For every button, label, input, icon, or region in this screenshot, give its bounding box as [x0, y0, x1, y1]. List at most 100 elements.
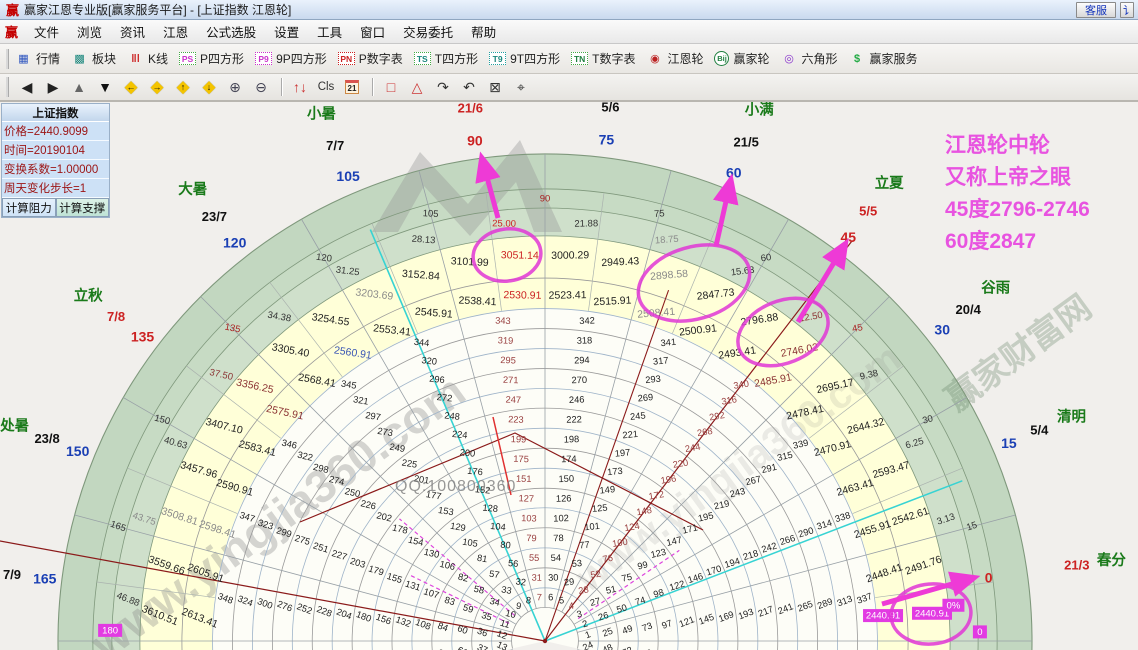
menu-2[interactable]: 资讯	[111, 20, 154, 43]
tool-step-right-button[interactable]: ◆→	[145, 76, 169, 98]
wheel-label: 198	[564, 434, 580, 445]
outer-degree-label: 150	[66, 443, 90, 459]
wheel-label: 342	[579, 315, 595, 326]
tool-rotate-up-icon[interactable]: ▲	[67, 76, 91, 98]
tool-cls-button[interactable]: Cls	[314, 76, 338, 98]
date-label: 5/5	[859, 204, 877, 219]
tool-page-left-icon[interactable]: ◀	[15, 76, 39, 98]
degree-ring-value: 75	[654, 208, 665, 220]
outer-degree-label: 105	[336, 168, 360, 184]
tool-step-down-button[interactable]: ◆↓	[197, 76, 221, 98]
tool-updown-marks-icon[interactable]: ↑↓	[288, 76, 312, 98]
tool-center-tool-icon[interactable]: ⌖	[509, 76, 533, 98]
menu-6[interactable]: 工具	[308, 20, 351, 43]
date-label: 5/4	[1030, 423, 1049, 438]
wheel-label: 77	[579, 540, 590, 551]
winner-wheel-label: 赢家轮	[733, 50, 769, 67]
wheel-label: 272	[436, 392, 452, 403]
wheel-label: 319	[498, 335, 514, 346]
tool-page-right-icon[interactable]: ▶	[41, 76, 65, 98]
wheel-label: 28	[578, 584, 590, 596]
date-label: 21/3	[1064, 558, 1089, 573]
kline-icon: ǁǀ	[127, 51, 144, 66]
tool-maximize-icon[interactable]: ⊠	[483, 76, 507, 98]
solar-term-label: 立秋	[74, 287, 103, 305]
quotes-icon: ▦	[15, 51, 32, 66]
tool-square-tool-icon[interactable]: □	[379, 76, 403, 98]
degree-ring-value: 45	[851, 322, 864, 335]
date-label: 21/6	[458, 101, 483, 116]
wheel-label: 269	[637, 392, 653, 403]
customer-service-button[interactable]: 客服	[1076, 2, 1116, 18]
percent-value: 28.13	[411, 234, 436, 247]
wheel-label: 151	[516, 474, 532, 485]
wheel-label: 245	[630, 410, 646, 421]
toolbar-winner-wheel-button[interactable]: Bij 赢家轮	[714, 50, 769, 67]
menu-1[interactable]: 浏览	[68, 20, 111, 43]
panel-button-1[interactable]: 计算支撑	[56, 198, 110, 217]
wheel-label: 52	[590, 569, 602, 581]
menu-5[interactable]: 设置	[265, 20, 308, 43]
menu-3[interactable]: 江恩	[154, 20, 197, 43]
toolbar-9p-square-button[interactable]: P99P四方形	[255, 50, 327, 67]
outer-degree-label: 90	[467, 133, 483, 149]
date-label: 23/8	[34, 431, 59, 446]
winner-wheel-icon: Bij	[714, 51, 729, 66]
tool-zoom-out-icon[interactable]: ⊖	[249, 76, 273, 98]
toolbar-p-square-button[interactable]: PSP四方形	[179, 50, 244, 67]
app-logo-icon: 赢	[6, 0, 19, 19]
outer-price-value: 2949.43	[601, 255, 640, 269]
tool-rotate-cw-icon[interactable]: ↷	[431, 76, 455, 98]
calendar-icon: 21	[345, 80, 360, 94]
tool-rotate-down-icon[interactable]: ▼	[93, 76, 117, 98]
t-number-table-icon: TN	[571, 52, 588, 65]
tool-calendar-button[interactable]: 21	[340, 76, 364, 98]
toolbar-gann-wheel-button[interactable]: ◉江恩轮	[646, 50, 703, 67]
step-down-arrow-icon: ↓	[207, 82, 212, 92]
tool-triangle-tool-icon[interactable]: △	[405, 76, 429, 98]
wheel-label: 176	[467, 466, 483, 477]
solar-term-label: 谷雨	[981, 280, 1010, 297]
solar-term-label: 大暑	[178, 180, 207, 198]
degree-180-box: 180	[102, 625, 118, 636]
wheel-label: 222	[566, 414, 582, 425]
wheel-label: 103	[521, 513, 537, 524]
solar-term-label: 小暑	[307, 105, 336, 122]
clipped-button[interactable]: 讠	[1120, 2, 1134, 18]
menu-9[interactable]: 帮助	[462, 20, 505, 43]
tool-step-left-button[interactable]: ◆←	[119, 76, 143, 98]
wheel-label: 104	[490, 521, 506, 532]
hexagon-icon: ◎	[781, 51, 798, 66]
gann-wheel-label: 江恩轮	[667, 50, 703, 67]
tool-zoom-in-icon[interactable]: ⊕	[223, 76, 247, 98]
toolbar-t-square-button[interactable]: TST四方形	[414, 50, 478, 67]
wheel-label: 296	[429, 374, 445, 385]
toolbar-hexagon-button[interactable]: ◎六角形	[781, 50, 838, 67]
wheel-label: 56	[508, 558, 519, 569]
wheel-label: 125	[592, 503, 608, 514]
toolbar-quotes-button[interactable]: ▦行情	[15, 50, 60, 67]
toolbar-9t-square-button[interactable]: T99T四方形	[489, 50, 560, 67]
menu-4[interactable]: 公式选股	[197, 20, 265, 43]
tool-step-up-button[interactable]: ◆↑	[171, 76, 195, 98]
gann-wheel-window: www.yingjia360.comwww.yingjia360.com赢家财富…	[0, 0, 1138, 650]
tool-rotate-ccw-icon[interactable]: ↶	[457, 76, 481, 98]
outer-degree-label: 165	[33, 570, 57, 586]
panel-title: 上证指数	[2, 104, 109, 122]
wheel-label: 174	[561, 454, 577, 465]
main-toolbar: ▦行情 ▩板块 ǁǀK线 PSP四方形 P99P四方形 PNP数字表 TST四方形 T99T四…	[0, 44, 1138, 74]
menu-8[interactable]: 交易委托	[394, 20, 462, 43]
menu-0[interactable]: 文件	[25, 20, 68, 43]
wheel-label: 128	[482, 503, 498, 514]
step-left-arrow-icon: ←	[127, 82, 136, 92]
panel-button-0[interactable]: 计算阻力	[2, 198, 56, 217]
toolbar-winner-service-button[interactable]: $赢家服务	[849, 50, 918, 67]
app-logo-icon: 赢	[5, 22, 18, 41]
toolbar-kline-button[interactable]: ǁǀK线	[127, 50, 168, 67]
wheel-label: 248	[444, 410, 460, 421]
toolbar-sectors-button[interactable]: ▩板块	[71, 50, 116, 67]
toolbar-p-number-table-button[interactable]: PNP数字表	[338, 50, 403, 67]
toolbar-t-number-table-button[interactable]: TNT数字表	[571, 50, 635, 67]
menu-7[interactable]: 窗口	[351, 20, 394, 43]
panel-row-0: 价格=2440.9099	[2, 122, 109, 141]
